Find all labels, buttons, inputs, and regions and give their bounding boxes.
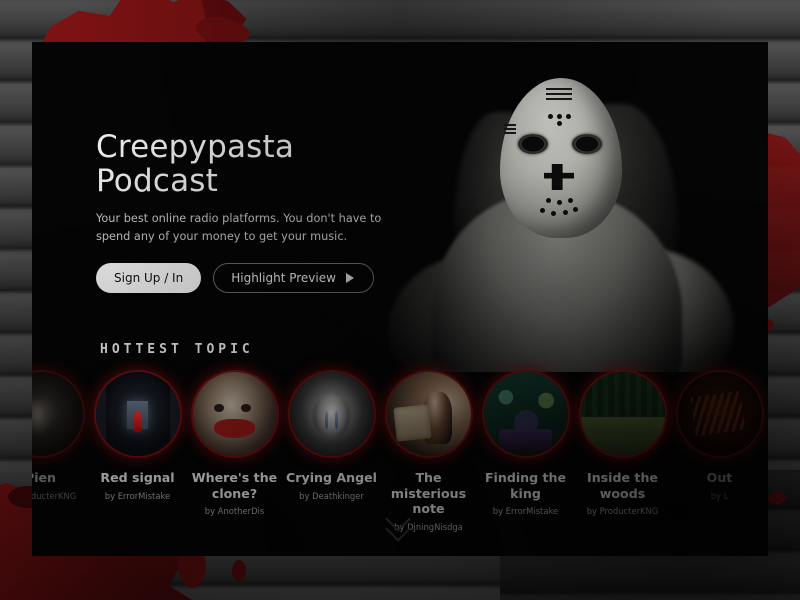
podcast-thumbnail[interactable] (32, 372, 83, 456)
podcast-artwork (95, 372, 180, 456)
podcast-title: Inside the woods (587, 470, 658, 501)
podcast-author: by ProducterKNG (586, 506, 659, 517)
podcast-author: by L (710, 490, 729, 501)
podcast-card[interactable]: Where's the clone? by AnotherDis (186, 372, 283, 516)
podcast-thumbnail[interactable] (580, 372, 665, 456)
section-heading-hottest-topic: HOTTEST TOPIC (100, 342, 254, 357)
podcast-artwork (483, 372, 568, 456)
podcast-card[interactable]: Red signal by ErrorMistake (89, 372, 186, 501)
podcast-card[interactable]: Crying Angel by Deathkinger (283, 372, 380, 501)
podcast-artwork (192, 372, 277, 456)
mask-side-vents (504, 124, 516, 135)
podcast-thumbnail[interactable] (386, 372, 471, 456)
hero-text-block: Creepypasta Podcast Your best online rad… (96, 129, 426, 294)
podcast-author: by ProducterKNG (32, 490, 77, 501)
podcast-thumbnail[interactable] (289, 372, 374, 456)
mask-eye-left (518, 134, 548, 154)
podcast-artwork (386, 372, 471, 456)
highlight-preview-label: Highlight Preview (231, 271, 336, 286)
sign-up-button[interactable]: Sign Up / In (96, 263, 202, 294)
podcast-card[interactable]: Pien by ProducterKNG (32, 372, 89, 501)
page-title: Creepypasta Podcast (96, 129, 295, 200)
podcast-title: Out (706, 470, 733, 485)
podcast-author: by ErrorMistake (104, 490, 171, 501)
podcast-card[interactable]: Out by L (671, 372, 768, 501)
blood-drip-bottom-b (232, 560, 246, 582)
podcast-artwork (32, 372, 83, 456)
mask-lower-holes (540, 198, 580, 222)
podcast-artwork (580, 372, 665, 456)
podcast-author: by AnotherDis (204, 506, 265, 517)
mask-nose-cut (544, 164, 574, 190)
mask-forehead-vents (546, 88, 572, 100)
highlight-preview-button[interactable]: Highlight Preview (213, 263, 374, 294)
podcast-title: Where's the clone? (191, 470, 278, 501)
sign-up-label: Sign Up / In (114, 271, 184, 286)
podcast-title: Finding the king (484, 470, 567, 501)
podcast-artwork (289, 372, 374, 456)
podcast-thumbnail[interactable] (677, 372, 762, 456)
mask-eye-right (572, 134, 602, 154)
podcast-thumbnail[interactable] (483, 372, 568, 456)
podcast-author: by ErrorMistake (492, 506, 559, 517)
podcast-card[interactable]: Inside the woods by ProducterKNG (574, 372, 671, 516)
podcast-thumbnail[interactable] (192, 372, 277, 456)
podcast-card[interactable]: Finding the king by ErrorMistake (477, 372, 574, 516)
hero-actions: Sign Up / In Highlight Preview (96, 263, 426, 294)
podcast-title: Crying Angel (286, 470, 377, 485)
page-background: Creepypasta Podcast Your best online rad… (0, 0, 800, 600)
podcast-title: Red signal (100, 470, 175, 485)
mask-upper-holes (548, 114, 572, 126)
podcast-thumbnail[interactable] (95, 372, 180, 456)
hockey-mask-icon (500, 78, 622, 238)
content-panel: Creepypasta Podcast Your best online rad… (32, 42, 768, 556)
chevron-double-down-icon[interactable] (385, 506, 415, 544)
play-triangle-icon (343, 272, 356, 285)
podcast-author: by Deathkinger (299, 490, 364, 501)
podcast-title: Pien (32, 470, 57, 485)
hero-subtitle: Your best online radio platforms. You do… (96, 212, 382, 243)
podcast-artwork (677, 372, 762, 456)
